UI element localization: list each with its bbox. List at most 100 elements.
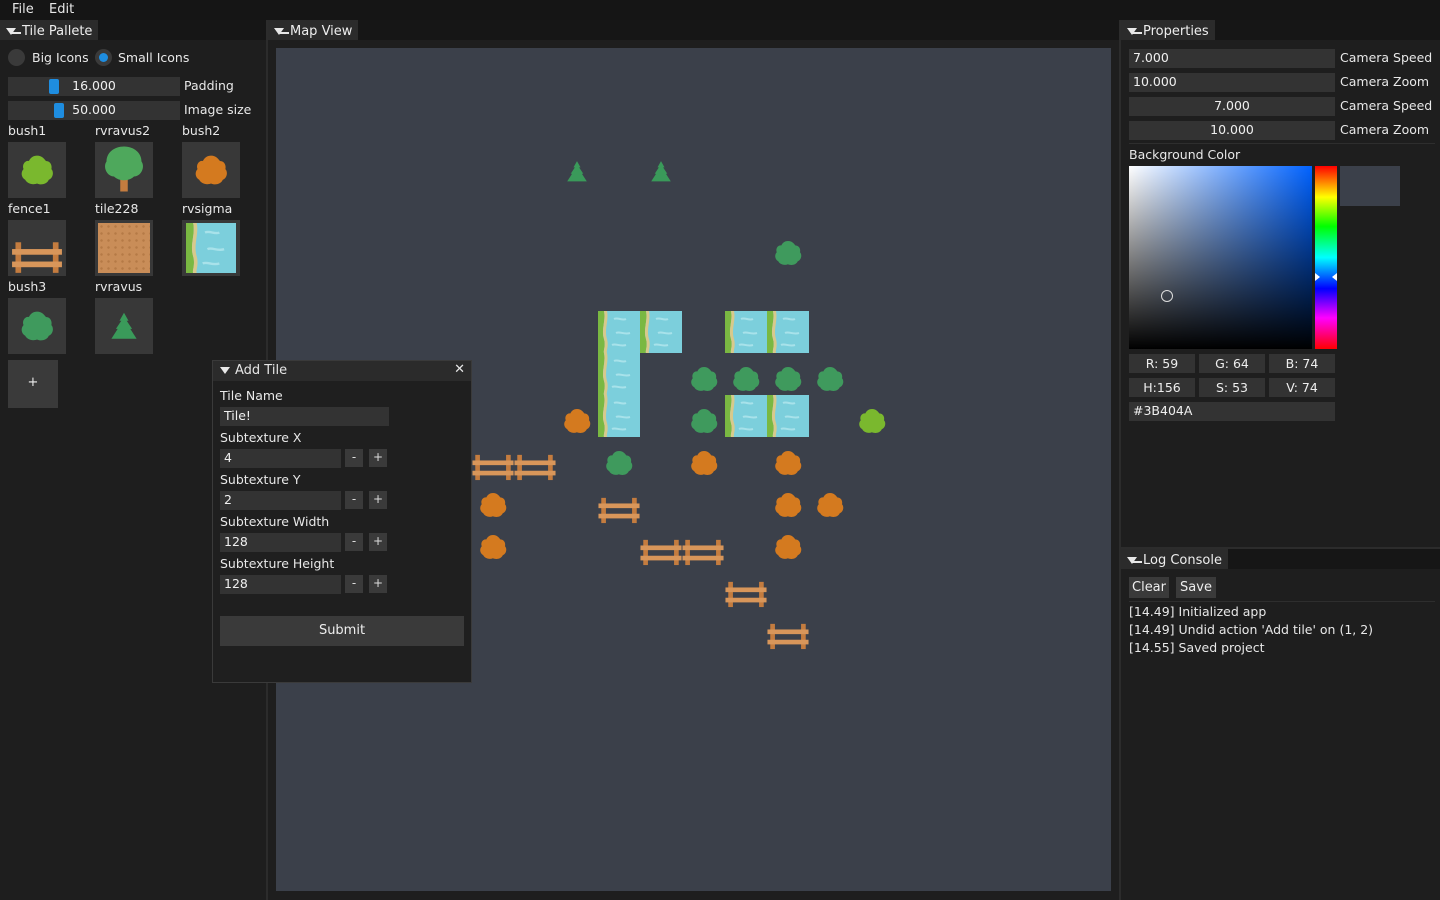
background-color-label: Background Color: [1129, 147, 1241, 162]
hue-arrow-right-icon[interactable]: [1332, 273, 1337, 281]
camera-speed-drag[interactable]: 7.000: [1129, 97, 1335, 116]
log-line: [14.49] Initialized app: [1129, 604, 1267, 619]
log-console-tab[interactable]: Log Console: [1121, 549, 1228, 569]
tile-label: rvravus: [95, 279, 143, 294]
river-tile-icon: [598, 353, 640, 395]
tile-bush1[interactable]: [8, 142, 66, 198]
tile-rvravus[interactable]: [95, 298, 153, 354]
radio-small-icons[interactable]: [95, 49, 112, 66]
subtexture-x-increment[interactable]: +: [369, 449, 387, 467]
subtexture-y-input[interactable]: 2: [220, 491, 341, 510]
tile-palette-title: Tile Pallete: [22, 23, 93, 39]
add-tile-title: Add Tile: [235, 363, 288, 378]
subtexture-x-decrement[interactable]: -: [345, 449, 363, 467]
river-tile-icon: [640, 311, 682, 353]
divider: [1129, 601, 1435, 602]
bush-green-icon: [689, 406, 719, 436]
bush-orange-icon: [478, 532, 508, 562]
tile-bush2[interactable]: [182, 142, 240, 198]
clear-button[interactable]: Clear: [1129, 577, 1169, 598]
subtexture-y-increment[interactable]: +: [369, 491, 387, 509]
value-input[interactable]: V: 74: [1269, 378, 1335, 397]
log-line: [14.49] Undid action 'Add tile' on (1, 2…: [1129, 622, 1374, 637]
hex-input[interactable]: #3B404A: [1129, 402, 1335, 421]
subtexture-height-increment[interactable]: +: [369, 575, 387, 593]
radio-big-icons-label: Big Icons: [32, 50, 89, 65]
tile-label: bush2: [182, 123, 221, 138]
tile-label: bush3: [8, 279, 47, 294]
saturation-input[interactable]: S: 53: [1199, 378, 1265, 397]
log-line: [14.55] Saved project: [1129, 640, 1265, 655]
camera-zoom-label: Camera Zoom: [1340, 74, 1430, 89]
pine-icon: [563, 158, 591, 188]
fence-icon: [640, 538, 682, 566]
camera-zoom-input[interactable]: 10.000: [1129, 73, 1335, 92]
tile-label: bush1: [8, 123, 47, 138]
subtexture-height-decrement[interactable]: -: [345, 575, 363, 593]
subtexture-width-decrement[interactable]: -: [345, 533, 363, 551]
submit-button[interactable]: Submit: [220, 616, 464, 646]
radio-big-icons[interactable]: [8, 49, 25, 66]
map-view-tab[interactable]: Map View: [268, 20, 359, 40]
tile-bush3[interactable]: [8, 298, 66, 354]
blue-input[interactable]: B: 74: [1269, 354, 1335, 373]
hue-slider[interactable]: [1315, 166, 1337, 349]
bush-orange-icon: [689, 448, 719, 478]
collapse-icon[interactable]: [6, 27, 21, 35]
hue-input[interactable]: H:156: [1129, 378, 1195, 397]
subtexture-x-input[interactable]: 4: [220, 449, 341, 468]
padding-slider[interactable]: 16.000: [8, 77, 180, 96]
tile-label: rvravus2: [95, 123, 151, 138]
tile-rvsigma[interactable]: [182, 220, 240, 276]
saturation-value-picker[interactable]: [1129, 166, 1312, 349]
tile-palette-tab[interactable]: Tile Pallete: [0, 20, 99, 40]
subtexture-width-input[interactable]: 128: [220, 533, 341, 552]
add-tile-titlebar[interactable]: Add Tile ✕: [213, 361, 471, 381]
collapse-icon[interactable]: [274, 27, 289, 35]
image-size-slider-grab[interactable]: [54, 103, 64, 118]
collapse-icon[interactable]: [1127, 556, 1142, 564]
tile-fence1[interactable]: [8, 220, 66, 276]
menu-edit[interactable]: Edit: [49, 2, 74, 17]
subtexture-width-label: Subtexture Width: [220, 514, 330, 529]
camera-zoom-drag[interactable]: 10.000: [1129, 121, 1335, 140]
river-tile-icon: [767, 311, 809, 353]
tile-palette-titlebar: Tile Pallete: [0, 20, 266, 40]
subtexture-height-input[interactable]: 128: [220, 575, 341, 594]
tile-label: tile228: [95, 201, 139, 216]
fence-icon: [514, 453, 556, 481]
radio-small-icons-label: Small Icons: [118, 50, 190, 65]
add-tile-button[interactable]: +: [8, 360, 58, 408]
add-tile-window: Add Tile ✕ Tile Name Tile! Subtexture X …: [212, 360, 472, 683]
collapse-icon[interactable]: [220, 367, 230, 374]
bush-lime-icon: [19, 152, 55, 188]
subtexture-y-decrement[interactable]: -: [345, 491, 363, 509]
save-button[interactable]: Save: [1176, 577, 1216, 598]
log-console-titlebar: Log Console: [1121, 549, 1440, 569]
river-tile-icon: [598, 395, 640, 437]
hue-arrow-left-icon[interactable]: [1315, 273, 1320, 281]
camera-speed-label: Camera Speed: [1340, 50, 1433, 65]
bush-green-icon: [19, 308, 55, 344]
subtexture-width-increment[interactable]: +: [369, 533, 387, 551]
picker-cursor[interactable]: [1161, 290, 1173, 302]
tile-tile228[interactable]: [95, 220, 153, 276]
bush-green-icon: [731, 364, 761, 394]
tile-name-input[interactable]: Tile!: [220, 407, 389, 426]
bush-green-icon: [773, 364, 803, 394]
bush-orange-icon: [815, 490, 845, 520]
menu-file[interactable]: File: [12, 2, 34, 17]
tile-label: fence1: [8, 201, 51, 216]
fence-icon: [725, 580, 767, 608]
camera-speed-input[interactable]: 7.000: [1129, 49, 1335, 68]
menu-bar: File Edit: [0, 0, 1440, 20]
properties-tab[interactable]: Properties: [1121, 20, 1215, 40]
green-input[interactable]: G: 64: [1199, 354, 1265, 373]
red-input[interactable]: R: 59: [1129, 354, 1195, 373]
fence-icon: [11, 240, 63, 274]
close-icon[interactable]: ✕: [454, 362, 465, 377]
collapse-icon[interactable]: [1127, 27, 1142, 35]
padding-slider-grab[interactable]: [49, 79, 59, 94]
tile-rvravus2[interactable]: [95, 142, 153, 198]
image-size-slider[interactable]: 50.000: [8, 101, 180, 120]
